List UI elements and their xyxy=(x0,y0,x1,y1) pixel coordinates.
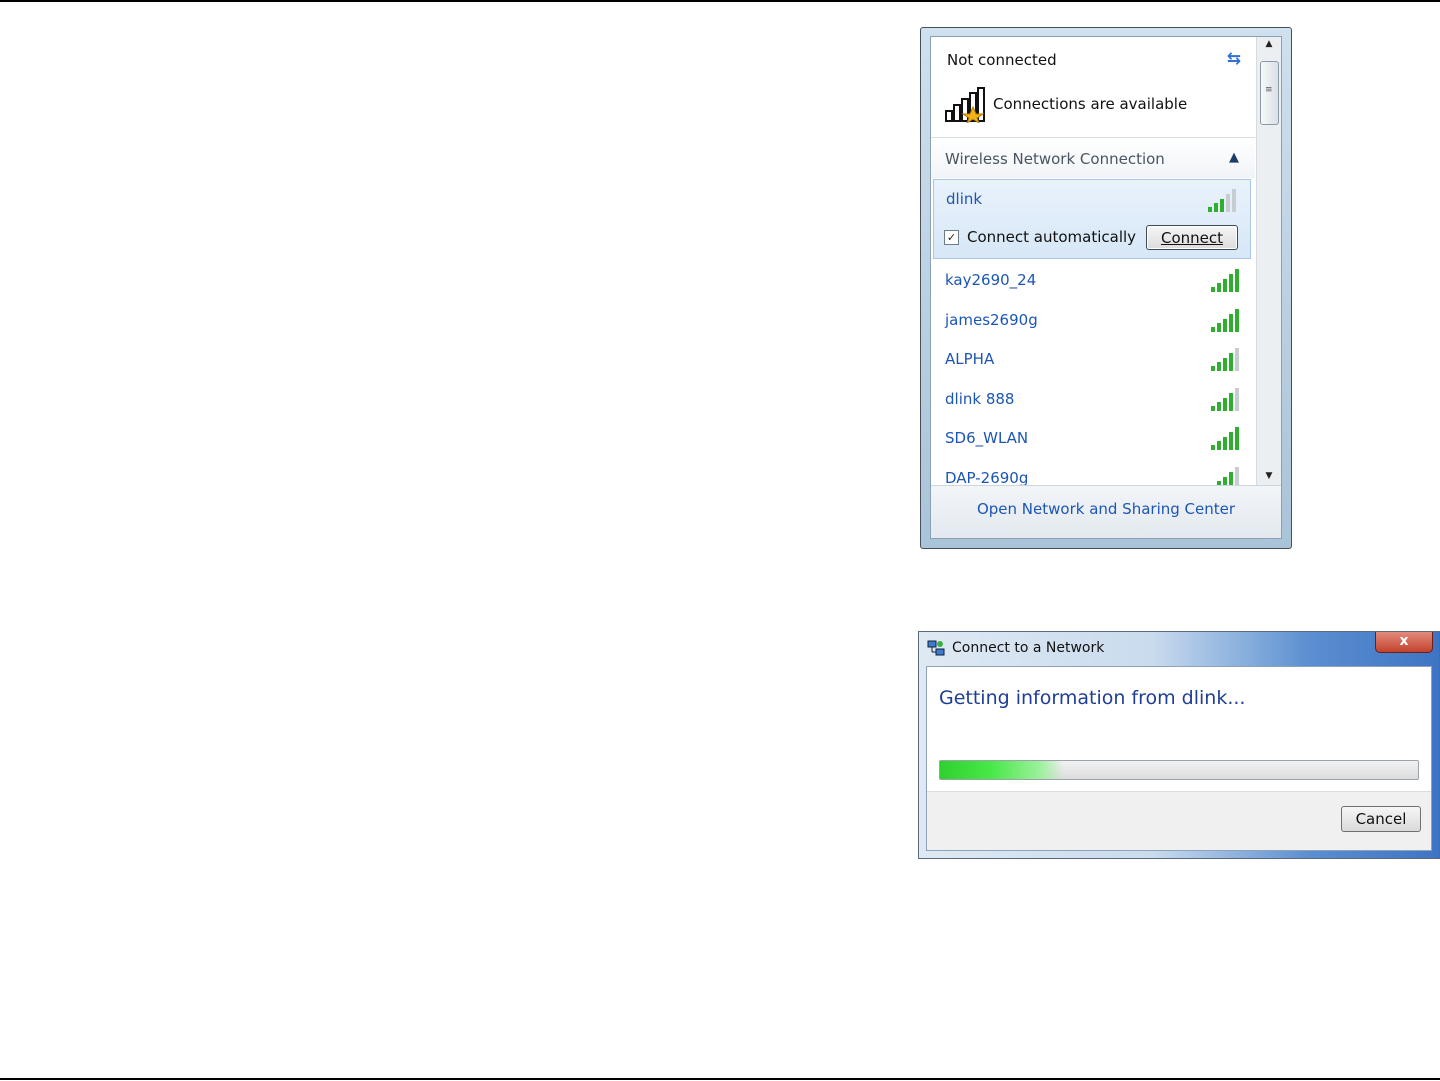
network-name: dlink xyxy=(946,190,983,208)
dialog-body: Getting information from dlink... Cancel xyxy=(926,666,1432,851)
wireless-section-header[interactable]: Wireless Network Connection ▲ xyxy=(931,138,1255,178)
signal-bar xyxy=(1232,189,1236,212)
bottom-rule xyxy=(0,1078,1440,1080)
signal-bar xyxy=(1235,269,1239,292)
signal-bar xyxy=(1217,322,1221,332)
top-rule xyxy=(0,0,1440,2)
signal-bar xyxy=(1211,287,1215,292)
signal-bar xyxy=(1223,437,1227,450)
signal-bar xyxy=(1211,366,1215,371)
section-label: Wireless Network Connection xyxy=(945,150,1165,168)
network-signal-warning-icon xyxy=(945,87,985,123)
signal-bar xyxy=(1217,401,1221,411)
signal-bar xyxy=(1223,358,1227,371)
dialog-title: Connect to a Network xyxy=(952,640,1105,656)
signal-bar xyxy=(1214,203,1218,212)
network-name: dlink 888 xyxy=(945,389,1015,408)
connect-automatically-checkbox[interactable]: ✓ xyxy=(944,230,959,245)
signal-bar xyxy=(1217,362,1221,371)
signal-bars-icon xyxy=(1211,426,1241,450)
connect-automatically-label: Connect automatically xyxy=(967,228,1137,246)
close-button[interactable]: x xyxy=(1375,632,1433,653)
network-list-item[interactable]: james2690g xyxy=(931,303,1255,343)
connect-button[interactable]: Connect xyxy=(1146,225,1238,250)
network-list-item[interactable]: SD6_WLAN xyxy=(931,421,1255,461)
progress-bar xyxy=(939,760,1419,780)
scroll-up-icon[interactable]: ▲ xyxy=(1257,39,1281,55)
signal-bar xyxy=(1211,326,1215,332)
signal-bar xyxy=(1211,405,1215,411)
network-icon xyxy=(927,640,945,656)
progress-fill xyxy=(940,761,1065,779)
signal-bar xyxy=(1208,207,1212,212)
signal-bars-icon xyxy=(1211,268,1241,292)
signal-bar xyxy=(1229,432,1233,450)
signal-bar xyxy=(1220,199,1224,212)
signal-bars-icon xyxy=(1208,188,1238,212)
network-name: kay2690_24 xyxy=(945,271,1037,289)
signal-bar xyxy=(1229,353,1233,371)
signal-bar xyxy=(1229,392,1233,411)
network-list-item[interactable]: ALPHA xyxy=(931,342,1255,382)
signal-bar xyxy=(1235,427,1239,450)
status-title: Not connected xyxy=(947,51,1057,69)
dialog-footer: Cancel xyxy=(927,791,1431,850)
network-list: kay2690_24 james2690g ALPHA dlink 888 SD6_WL… xyxy=(931,263,1255,493)
flyout-footer: Open Network and Sharing Center xyxy=(931,485,1281,538)
signal-bar xyxy=(1235,308,1239,332)
connection-status: Not connected ⇆ Connections are availabl… xyxy=(931,37,1255,138)
network-name: james2690g xyxy=(945,310,1038,329)
selected-network[interactable]: dlink ✓ Connect automatically Connect xyxy=(933,179,1251,259)
signal-bar xyxy=(1226,194,1230,212)
signal-bar xyxy=(1223,397,1227,411)
availability-text: Connections are available xyxy=(993,95,1188,113)
signal-bar xyxy=(1217,441,1221,450)
signal-bar xyxy=(1211,445,1215,450)
grip-icon: ≡ xyxy=(1265,85,1273,95)
connect-dialog: Connect to a Network x Getting informati… xyxy=(918,631,1440,859)
chevron-up-icon[interactable]: ▲ xyxy=(1229,150,1239,165)
signal-bars-icon xyxy=(1211,387,1241,411)
network-list-item[interactable]: kay2690_24 xyxy=(931,263,1255,303)
signal-bars-icon xyxy=(1211,308,1241,332)
signal-bars-icon xyxy=(1211,347,1241,371)
signal-bar xyxy=(1223,279,1227,292)
network-name: ALPHA xyxy=(945,350,995,368)
open-network-sharing-center-link[interactable]: Open Network and Sharing Center xyxy=(931,500,1281,518)
network-flyout: Not connected ⇆ Connections are availabl… xyxy=(920,27,1292,549)
signal-bar xyxy=(1223,318,1227,332)
signal-bar xyxy=(1235,387,1239,411)
network-list-item[interactable]: dlink 888 xyxy=(931,382,1255,422)
signal-bar xyxy=(1229,313,1233,332)
signal-bar xyxy=(1235,348,1239,371)
network-name: DAP-2690g xyxy=(945,468,1029,487)
refresh-icon[interactable]: ⇆ xyxy=(1227,49,1241,69)
cancel-button[interactable]: Cancel xyxy=(1341,806,1421,832)
signal-bar xyxy=(1217,283,1221,292)
flyout-content: Not connected ⇆ Connections are availabl… xyxy=(930,36,1282,539)
signal-bar xyxy=(1229,274,1233,292)
scrollbar[interactable]: ▲ ≡ ▼ xyxy=(1256,37,1281,489)
network-name: SD6_WLAN xyxy=(945,429,1029,447)
dialog-heading: Getting information from dlink... xyxy=(939,687,1246,709)
scroll-thumb[interactable]: ≡ xyxy=(1260,61,1279,125)
